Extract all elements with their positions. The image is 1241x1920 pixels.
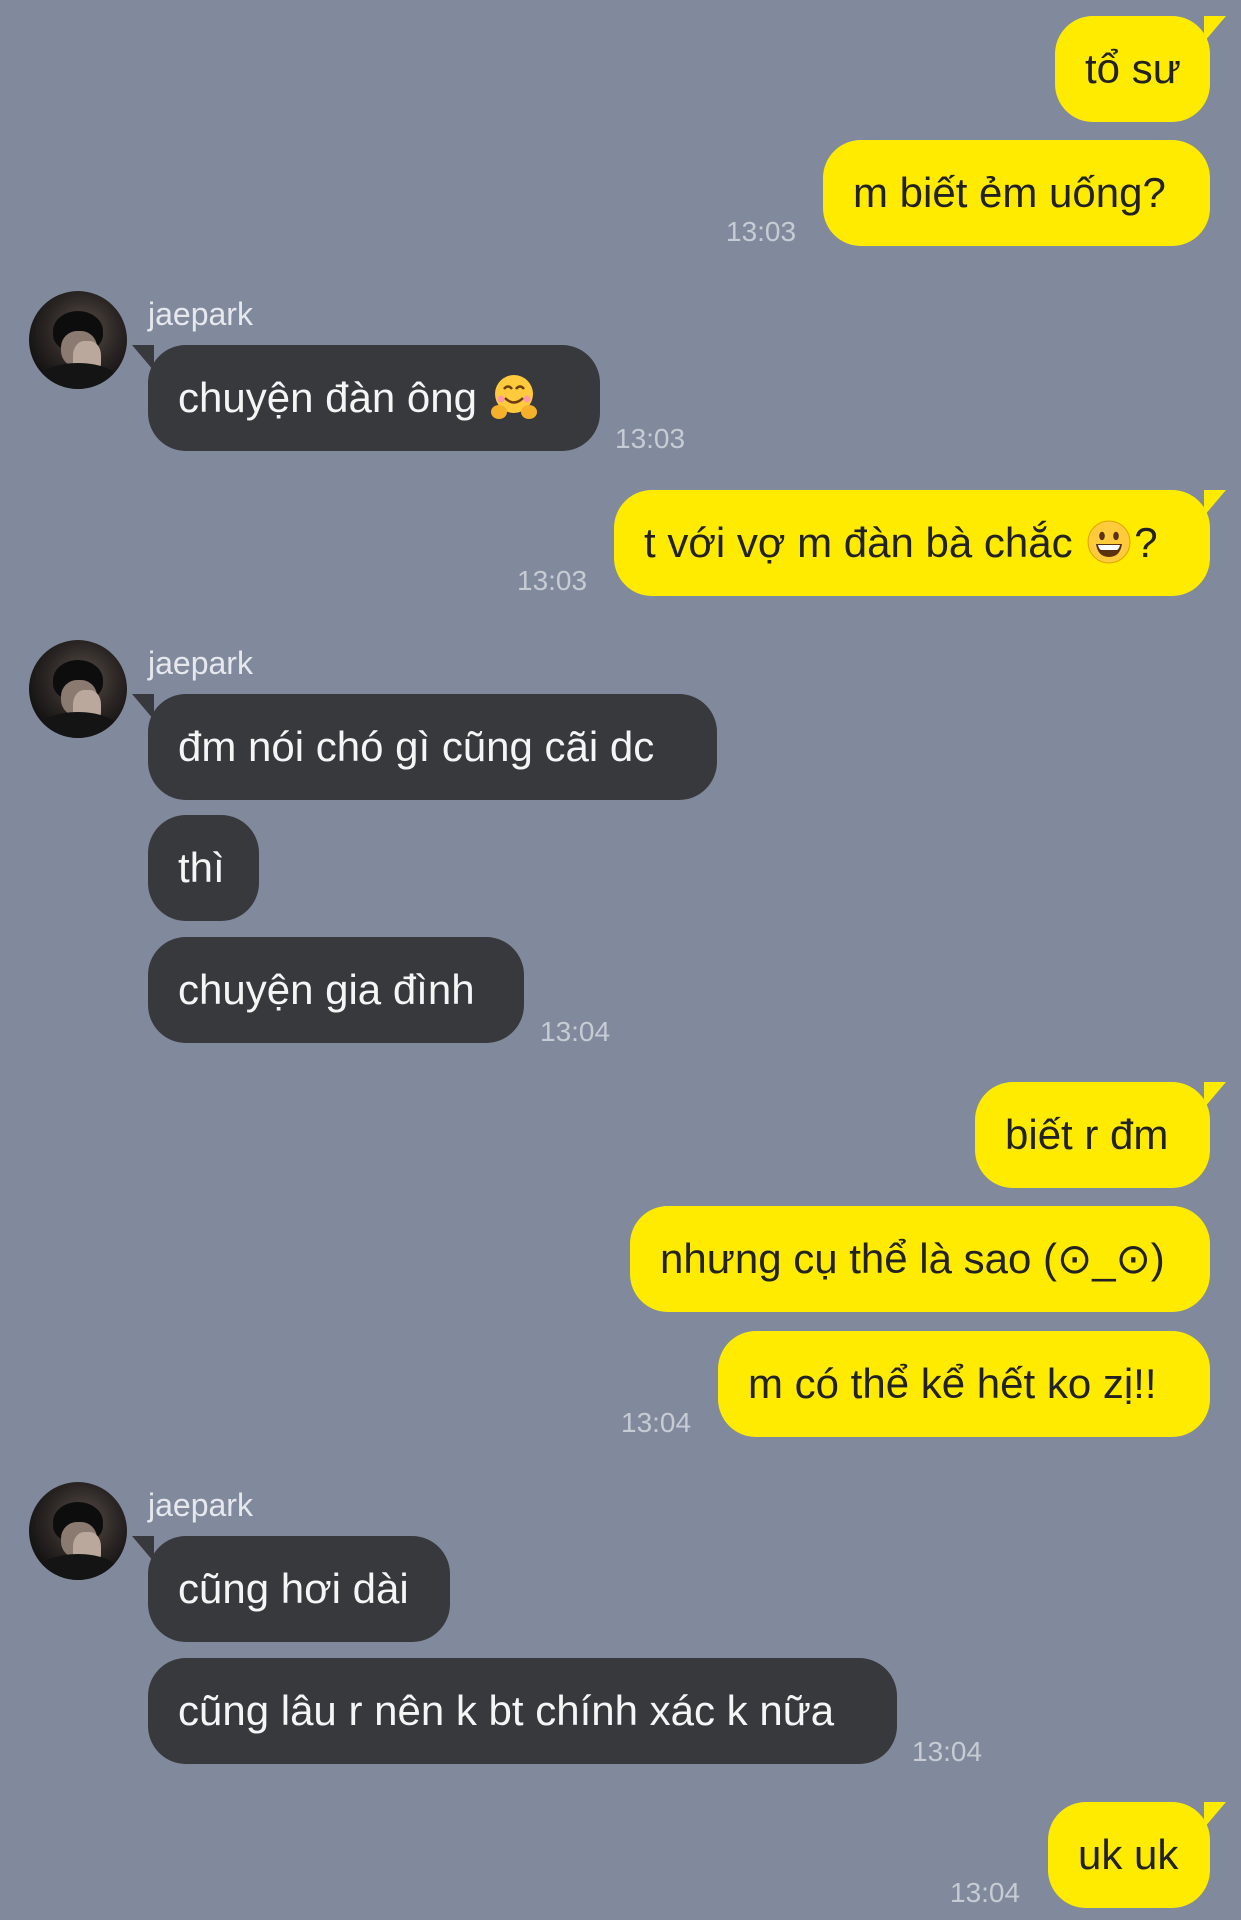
message-text: cũng lâu r nên k bt chính xác k nữa xyxy=(178,1687,835,1734)
avatar-shoulder xyxy=(35,712,121,738)
my-message-bubble[interactable]: biết r đm xyxy=(975,1082,1226,1188)
avatar-shoulder xyxy=(35,363,121,389)
my-message-bubble[interactable]: m biết ẻm uống? xyxy=(823,140,1210,246)
message-timestamp: 13:04 xyxy=(912,1736,983,1767)
message-text: chuyện đàn ông xyxy=(178,374,477,421)
message-text: biết r đm xyxy=(1005,1111,1169,1158)
avatar-shoulder xyxy=(35,1554,121,1580)
contact-name: jaepark xyxy=(148,1487,253,1523)
message-text: uk uk xyxy=(1078,1831,1179,1878)
message-timestamp: 13:03 xyxy=(726,216,797,247)
message-text: đm nói chó gì cũng cãi dc xyxy=(178,723,655,770)
their-message-bubble[interactable]: thì xyxy=(148,815,259,921)
contact-avatar[interactable] xyxy=(29,291,127,389)
my-message-bubble[interactable]: tổ sư xyxy=(1055,16,1226,122)
their-message-bubble[interactable]: đm nói chó gì cũng cãi dc xyxy=(132,694,717,800)
message-timestamp: 13:03 xyxy=(615,423,686,454)
message-text: tổ sư xyxy=(1085,45,1181,92)
their-message-bubble[interactable]: chuyện đàn ông xyxy=(132,345,600,451)
message-timestamp: 13:03 xyxy=(517,565,588,596)
their-message-bubble[interactable]: chuyện gia đình xyxy=(148,937,524,1043)
message-text-suffix: ? xyxy=(1134,519,1158,566)
their-message-bubble[interactable]: cũng lâu r nên k bt chính xác k nữa xyxy=(148,1658,897,1764)
hugging-face-icon xyxy=(490,375,537,419)
message-text: thì xyxy=(178,844,225,891)
my-message-bubble[interactable]: uk uk xyxy=(1048,1802,1226,1908)
message-text: nhưng cụ thể là sao (⊙_⊙) xyxy=(660,1235,1165,1282)
grinning-face-icon xyxy=(1087,520,1131,564)
contact-avatar[interactable] xyxy=(29,640,127,738)
message-timestamp: 13:04 xyxy=(540,1016,611,1047)
their-message-bubble[interactable]: cũng hơi dài xyxy=(132,1536,450,1642)
message-timestamp: 13:04 xyxy=(950,1877,1021,1908)
message-text: cũng hơi dài xyxy=(178,1565,409,1612)
message-text: m biết ẻm uống? xyxy=(853,169,1166,216)
contact-name: jaepark xyxy=(148,296,253,332)
my-message-bubble[interactable]: m có thể kể hết ko zị!! xyxy=(718,1331,1210,1437)
my-message-bubble[interactable]: nhưng cụ thể là sao (⊙_⊙) xyxy=(630,1206,1210,1312)
message-text: t với vợ m đàn bà chắc xyxy=(644,519,1085,566)
contact-name: jaepark xyxy=(148,645,253,681)
my-message-bubble[interactable]: t với vợ m đàn bà chắc ? xyxy=(614,490,1226,596)
message-text: m có thể kể hết ko zị!! xyxy=(748,1360,1157,1407)
contact-avatar[interactable] xyxy=(29,1482,127,1580)
message-timestamp: 13:04 xyxy=(621,1407,692,1438)
message-text: chuyện gia đình xyxy=(178,966,475,1013)
